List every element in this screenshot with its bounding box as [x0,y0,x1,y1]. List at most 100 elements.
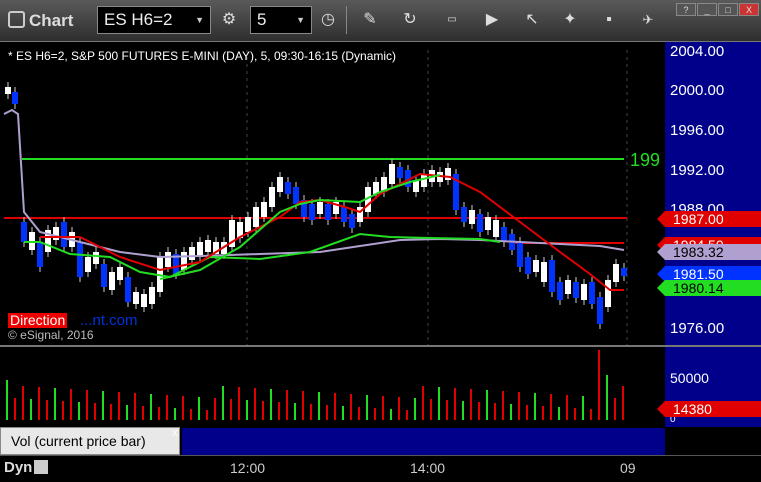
minimize-button[interactable]: _ [697,3,717,16]
volume-bar [334,393,336,420]
chart-window-title: Chart [8,11,73,31]
volume-bar [214,398,216,420]
volume-bar [254,388,256,420]
volume-bar [398,397,400,420]
volume-bar [294,403,296,420]
volume-bar [174,408,176,420]
pin-icon[interactable]: ▪ [597,8,621,32]
volume-bar [262,401,264,420]
down-candle [621,268,627,276]
volume-bar [22,386,24,420]
up-candle [253,207,259,227]
price-chart-canvas[interactable] [0,42,665,345]
vol-axis-label-50000: 50000 [670,370,709,386]
maximize-button[interactable]: □ [718,3,738,16]
up-candle [269,187,275,207]
down-candle [12,92,18,104]
up-candle [53,227,59,240]
volume-bar [142,406,144,420]
up-candle [205,240,211,252]
volume-bar [470,389,472,420]
volume-bar [342,406,344,420]
down-candle [309,204,315,220]
price-axis-label: 2000.00 [670,82,725,99]
mode-label: Dyn [4,459,33,476]
down-candle [101,264,107,287]
volume-bar [230,399,232,420]
interval-settings-icon[interactable]: ⚙ [217,8,241,32]
volume-bar [350,394,352,420]
dynamic-mode-button[interactable]: Dyn [4,459,49,476]
volume-chart-canvas[interactable] [0,347,665,427]
up-candle [493,220,499,237]
volume-bar [46,400,48,420]
chevron-down-icon: ▼ [296,15,305,25]
volume-bar [462,401,464,420]
down-candle [525,257,531,274]
volume-bar [190,409,192,420]
volume-bar [566,395,568,420]
volume-bar [382,396,384,420]
clock-icon[interactable]: ◷ [316,8,340,32]
volume-bar [606,375,608,420]
down-candle [341,207,347,222]
symbol-combo[interactable]: ES H6=2 ▼ [97,6,211,34]
down-candle [501,227,507,242]
up-candle [117,267,123,280]
close-button[interactable]: X [739,3,759,16]
price-axis-label: 1996.00 [670,122,725,139]
volume-bar [94,403,96,420]
help-button[interactable]: ? [676,3,696,16]
up-candle [277,177,283,192]
interval-value: 5 [257,10,267,29]
bird-icon[interactable]: ✈ [636,8,660,32]
up-candle [149,287,155,304]
interval-combo[interactable]: 5 ▼ [250,6,312,34]
cursor-icon[interactable]: ↖ [520,8,544,32]
volume-bar [390,409,392,420]
down-candle [597,297,603,324]
volume-bar [526,405,528,420]
play-icon[interactable]: ▶ [480,8,504,32]
volume-bar [542,406,544,420]
pencil-icon[interactable]: ✎ [358,8,382,32]
volume-bar [30,399,32,420]
volume-bar [414,398,416,420]
volume-bar [222,386,224,420]
volume-bar [622,386,624,420]
down-candle [349,214,355,228]
volume-current-tag: 14380 [657,401,761,417]
volume-bar [206,410,208,420]
volume-bar [86,390,88,420]
down-candle [325,204,331,220]
toolbar-separator [346,6,347,34]
time-axis[interactable] [0,455,761,482]
study-bar-fill [182,427,665,456]
up-candle [93,252,99,264]
up-candle [541,262,547,282]
volume-bar [310,404,312,420]
volume-bar [454,388,456,420]
refresh-icon[interactable]: ↻ [398,8,422,32]
volume-study-label[interactable]: Vol (current price bar) [0,427,180,455]
volume-bar [198,397,200,420]
volume-bar [14,398,16,420]
up-candle [421,174,427,187]
close-study-icon[interactable]: x [172,427,178,439]
get-icon[interactable]: ▭ [440,8,464,32]
gift-icon[interactable]: ✦ [558,8,582,32]
time-label-09: 09 [620,460,636,476]
down-candle [461,207,467,222]
up-candle [133,292,139,304]
up-candle [581,284,587,300]
up-candle [445,168,451,180]
chart-toolbar: Chart ES H6=2 ▼ ⚙ 5 ▼ ◷ ✎ ↻ ▭ ▶ ↖ ✦ ▪ ✈ ? _… [0,0,761,42]
price-tag: 1980.14 [657,280,761,296]
moving-average-green [24,232,501,279]
time-label-1200: 12:00 [230,460,266,476]
chart-legend: * ES H6=2, S&P 500 FUTURES E-MINI (DAY),… [8,49,397,63]
volume-bar [438,387,440,420]
volume-bar [582,396,584,420]
down-candle [21,222,27,242]
down-candle [477,214,483,232]
